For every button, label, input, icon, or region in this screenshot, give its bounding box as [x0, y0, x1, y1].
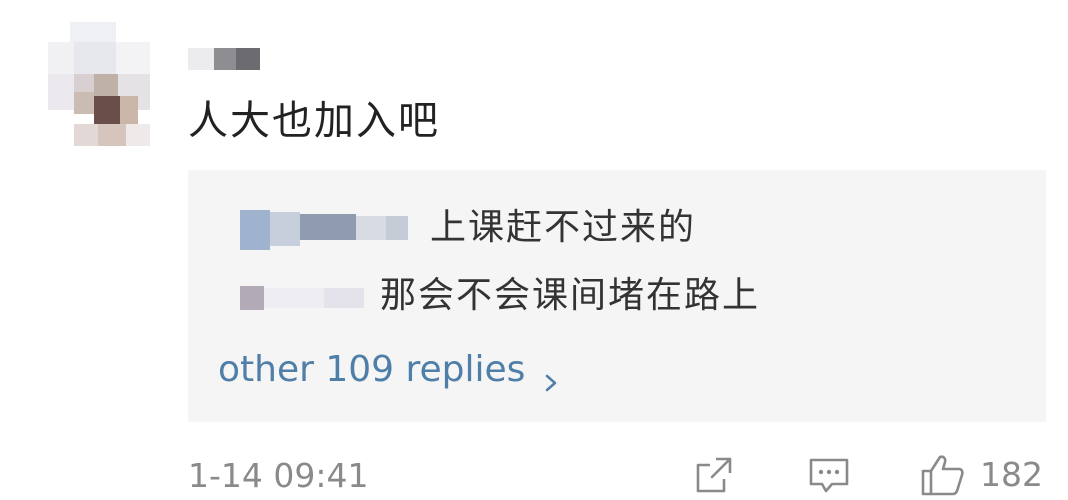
timestamp: 1-14 09:41: [188, 456, 369, 495]
comment-footer: 1-14 09:41 182: [0, 450, 1068, 500]
reply-text: 上课赶不过来的: [430, 207, 697, 248]
more-replies-link[interactable]: other 109 replies: [218, 348, 561, 392]
reply-username-censored: [240, 206, 430, 250]
like-button[interactable]: 182: [920, 452, 1043, 498]
username-censored[interactable]: [188, 44, 270, 72]
share-icon: [694, 455, 734, 495]
reply-username-censored: [240, 274, 376, 314]
reply-text: 那会不会课间堵在路上: [380, 275, 761, 316]
comment-card: 人大也加入吧 上课赶不过来的 那会不会课间堵在路上 other 109 repl…: [0, 0, 1068, 500]
avatar[interactable]: [48, 22, 156, 146]
thumbs-up-icon: [920, 453, 966, 497]
more-replies-label: other 109 replies: [218, 349, 526, 390]
share-button[interactable]: [694, 452, 734, 498]
replies-box[interactable]: 上课赶不过来的 那会不会课间堵在路上 other 109 replies: [188, 170, 1046, 422]
chevron-right-icon: [541, 360, 561, 392]
comment-button[interactable]: [808, 452, 850, 498]
like-count: 182: [980, 455, 1043, 494]
comment-icon: [808, 455, 850, 495]
comment-text: 人大也加入吧: [188, 98, 440, 144]
